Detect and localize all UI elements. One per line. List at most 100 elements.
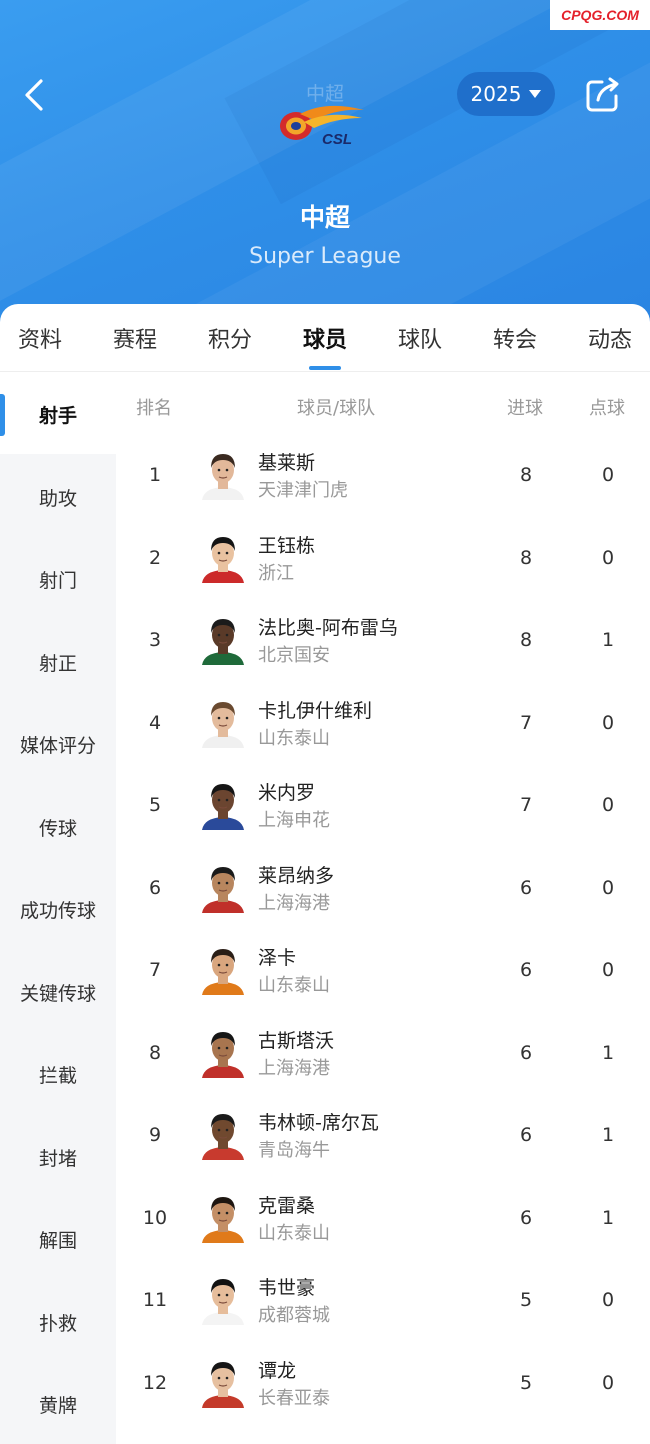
tab-news[interactable]: 动态: [570, 322, 650, 354]
header-player-team: 球员/球队: [297, 398, 376, 419]
player-penalties: 0: [601, 1289, 615, 1311]
player-goals: 6: [519, 1124, 533, 1146]
player-rank: 8: [148, 1041, 162, 1064]
player-rank: 10: [142, 1206, 168, 1229]
tab-players[interactable]: 球员: [285, 322, 365, 354]
player-penalties: 0: [601, 1371, 615, 1394]
player-rank: 12: [142, 1371, 168, 1394]
header-goals: 进球: [507, 398, 543, 419]
player-rank: 2: [148, 546, 162, 569]
category-assists[interactable]: 助攻: [0, 484, 116, 511]
tab-standings[interactable]: 积分: [190, 322, 270, 354]
player-penalties: 1: [601, 1124, 615, 1146]
share-button[interactable]: [582, 74, 624, 116]
player-penalties: 0: [601, 546, 615, 569]
player-goals: 8: [519, 546, 533, 569]
table-row[interactable]: 7 泽卡 山东泰山 6 0: [116, 933, 650, 1015]
table-row[interactable]: 10 克雷桑 山东泰山 6 1: [116, 1181, 650, 1263]
tab-teams[interactable]: 球队: [380, 322, 460, 354]
season-selector[interactable]: 2025: [457, 72, 555, 116]
category-saves[interactable]: 扑救: [0, 1309, 116, 1336]
player-team: 北京国安: [258, 645, 330, 666]
tab-profile[interactable]: 资料: [0, 322, 80, 354]
player-team: 山东泰山: [258, 1222, 330, 1244]
player-name: 法比奥-阿布雷乌: [258, 617, 398, 639]
player-goals: 6: [519, 876, 533, 899]
player-team: 成都蓉城: [258, 1305, 330, 1326]
player-team: 长春亚泰: [258, 1387, 330, 1409]
player-name: 韦林顿-席尔瓦: [258, 1112, 379, 1134]
header-penalties: 点球: [589, 398, 625, 419]
category-shots[interactable]: 射门: [0, 566, 116, 593]
category-key-passes[interactable]: 关键传球: [0, 979, 116, 1006]
player-goals: 8: [519, 629, 533, 651]
league-header: 中超 CSL 2025 中超 Super League: [0, 0, 650, 330]
player-rank: 9: [148, 1124, 162, 1146]
player-avatar: [200, 1273, 246, 1325]
caret-down-icon: [529, 90, 542, 98]
category-blocks[interactable]: 封堵: [0, 1144, 116, 1171]
table-row[interactable]: 8 古斯塔沃 上海海港 6 1: [116, 1016, 650, 1098]
table-row[interactable]: 2 王钰栋 浙江 8 0: [116, 521, 650, 603]
category-successful-passes[interactable]: 成功传球: [0, 896, 116, 923]
player-rank: 7: [148, 959, 162, 981]
table-row[interactable]: 11 韦世豪 成都蓉城 5 0: [116, 1263, 650, 1345]
player-rank: 5: [148, 794, 162, 816]
player-rank: 3: [148, 629, 162, 651]
active-tab-indicator: [309, 366, 341, 370]
player-avatar: [200, 861, 246, 913]
player-avatar: [200, 943, 246, 995]
table-row[interactable]: 9 韦林顿-席尔瓦 青岛海牛 6 1: [116, 1098, 650, 1180]
player-goals: 6: [519, 959, 533, 981]
table-row[interactable]: 12 谭龙长春亚泰 5 0: [116, 1346, 650, 1428]
player-team: 上海海港: [258, 892, 330, 914]
player-avatar: [200, 1191, 246, 1243]
player-goals: 7: [519, 711, 533, 734]
player-name: 米内罗: [258, 782, 316, 804]
season-year: 2025: [470, 82, 522, 106]
table-row[interactable]: 4 卡扎伊什维利 山东泰山 7 0: [116, 686, 650, 768]
table-row[interactable]: 6 莱昂纳多 上海海港 6 0: [116, 851, 650, 933]
content-card: 资料 赛程 积分 球员 球队 转会 动态 射手 助攻 射门 射正 媒体评分 传球…: [0, 304, 650, 1444]
player-goals: 6: [519, 1206, 533, 1229]
player-avatar: [200, 531, 246, 583]
player-goals: 7: [519, 794, 533, 816]
player-name: 谭龙: [258, 1359, 297, 1382]
category-scorers[interactable]: 射手: [0, 401, 116, 428]
player-name: 卡扎伊什维利: [258, 699, 373, 722]
player-goals: 5: [519, 1371, 533, 1394]
league-title: 中超: [299, 203, 350, 232]
category-shots-on-target[interactable]: 射正: [0, 649, 116, 676]
category-interceptions[interactable]: 拦截: [0, 1061, 116, 1088]
tab-schedule[interactable]: 赛程: [95, 322, 175, 354]
player-avatar: [200, 1026, 246, 1078]
player-rank: 1: [148, 464, 162, 486]
player-goals: 5: [519, 1289, 533, 1311]
menu-corner: [0, 454, 116, 484]
player-goals: 8: [519, 464, 533, 486]
league-subtitle: Super League: [249, 244, 401, 269]
player-name: 王钰栋: [258, 534, 316, 557]
player-name: 泽卡: [258, 947, 297, 969]
tab-transfers[interactable]: 转会: [475, 322, 555, 354]
player-goals: 6: [519, 1041, 533, 1064]
category-clearances[interactable]: 解围: [0, 1226, 116, 1253]
player-rank: 11: [142, 1289, 168, 1311]
player-avatar: [200, 1108, 246, 1160]
table-row[interactable]: 3 法比奥-阿布雷乌 北京国安 8 1: [116, 603, 650, 685]
player-penalties: 0: [601, 711, 615, 734]
player-name: 莱昂纳多: [258, 864, 335, 887]
player-penalties: 1: [601, 1041, 615, 1064]
player-name: 基莱斯: [258, 452, 316, 474]
player-penalties: 0: [601, 464, 615, 486]
player-team: 青岛海牛: [258, 1140, 330, 1161]
player-avatar: [200, 448, 246, 500]
category-passes[interactable]: 传球: [0, 814, 116, 841]
table-row[interactable]: 5 米内罗 上海申花 7 0: [116, 768, 650, 850]
player-team: 山东泰山: [258, 975, 330, 996]
category-media-rating[interactable]: 媒体评分: [0, 731, 116, 758]
category-yellow-cards[interactable]: 黄牌: [0, 1391, 116, 1418]
player-penalties: 1: [601, 1206, 615, 1229]
table-row[interactable]: 1 基莱斯 天津津门虎 8 0: [116, 438, 650, 520]
player-team: 上海申花: [258, 810, 330, 831]
